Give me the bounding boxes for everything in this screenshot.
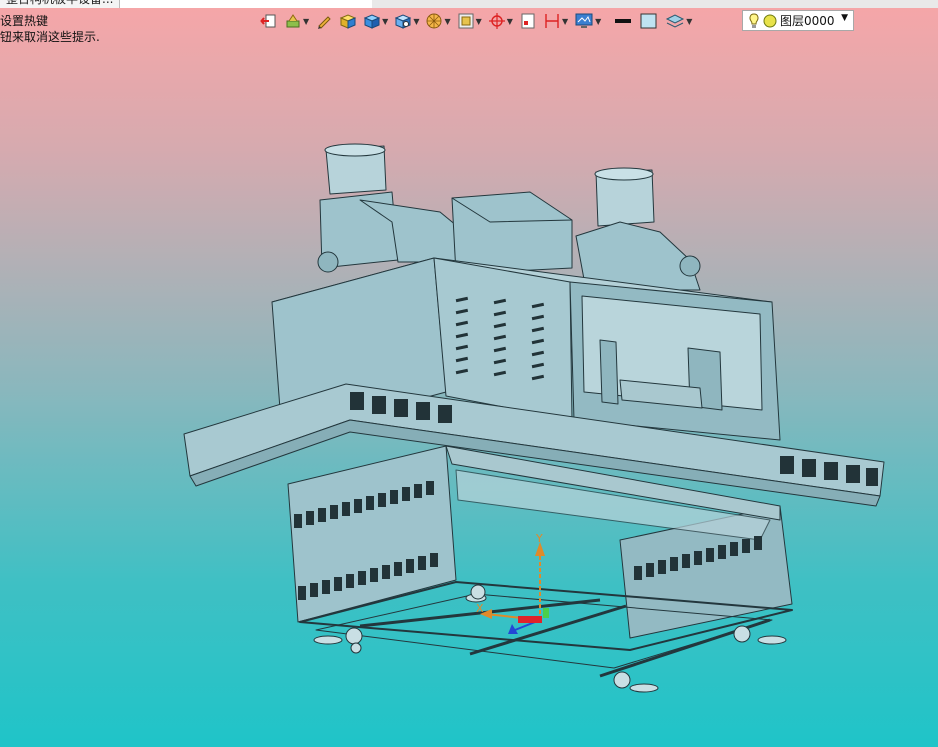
box-view-button[interactable]: ▼ (392, 10, 421, 32)
line-color-icon (615, 19, 632, 23)
pizza-button[interactable]: ▼ (423, 10, 452, 32)
document-tab-inactive[interactable] (372, 0, 938, 8)
fill-color-button[interactable] (637, 10, 661, 32)
chevron-down-icon[interactable]: ▼ (444, 17, 450, 26)
dimension-button[interactable]: ▼ (541, 10, 570, 32)
lightbulb-icon[interactable] (747, 12, 761, 30)
chevron-down-icon[interactable]: ▼ (507, 17, 513, 26)
layer-select[interactable]: 图层0000 ▼ (742, 10, 854, 31)
chevron-down-icon[interactable]: ▼ (303, 17, 309, 26)
display-icon (575, 13, 593, 28)
pen-button[interactable] (313, 10, 335, 32)
3d-viewport[interactable]: Y X (0, 40, 938, 747)
render-mode-button[interactable]: ▼ (282, 10, 311, 32)
fill-color-icon (640, 13, 657, 29)
box-view-icon (395, 14, 412, 29)
crosshair-button[interactable]: ▼ (486, 10, 515, 32)
chevron-down-icon[interactable]: ▼ (382, 17, 388, 26)
frame-button[interactable]: ▼ (455, 10, 484, 32)
exit-button[interactable] (258, 10, 280, 32)
chevron-down-icon[interactable]: ▼ (841, 13, 848, 23)
box-yellow-button[interactable] (337, 10, 359, 32)
pen-icon (318, 16, 331, 29)
chevron-down-icon[interactable]: ▼ (562, 17, 568, 26)
frame-icon (458, 13, 474, 29)
upper-cabinet-front (433, 257, 573, 421)
machine-model: Y X (183, 143, 885, 693)
x-axis-label: X (476, 602, 484, 615)
layer-manager-button[interactable]: ▼ (663, 10, 694, 32)
center-box (451, 191, 573, 275)
toolbar: ▼ ▼ ▼ ▼ ▼ ▼ ▼ ▼ ▼ (258, 10, 694, 32)
document-tab[interactable]: 整台构机板半设备... (0, 0, 121, 8)
chevron-down-icon[interactable]: ▼ (595, 17, 601, 26)
title-bar: 整台构机板半设备... (0, 0, 938, 8)
chevron-down-icon[interactable]: ▼ (686, 17, 692, 26)
sun-icon[interactable] (762, 13, 778, 29)
dimension-icon (545, 14, 559, 28)
box-yellow-icon (339, 14, 357, 29)
y-axis-label: Y (535, 532, 543, 545)
exit-icon (260, 14, 276, 28)
chevron-down-icon[interactable]: ▼ (413, 17, 419, 26)
axis-triad: Y X (476, 532, 549, 634)
line-color-button[interactable] (611, 10, 635, 32)
layers-icon (666, 14, 685, 28)
display-button[interactable]: ▼ (572, 10, 603, 32)
chevron-down-icon[interactable]: ▼ (476, 17, 482, 26)
hint-line-1: 设置热键 (0, 14, 49, 28)
page-button[interactable] (517, 10, 539, 32)
layer-name: 图层0000 (780, 14, 835, 28)
pizza-icon (426, 13, 442, 29)
box-blue-button[interactable]: ▼ (361, 10, 390, 32)
box-blue-icon (363, 14, 381, 29)
render-mode-icon (286, 14, 300, 28)
crosshair-icon (488, 13, 505, 29)
page-icon (521, 13, 535, 29)
